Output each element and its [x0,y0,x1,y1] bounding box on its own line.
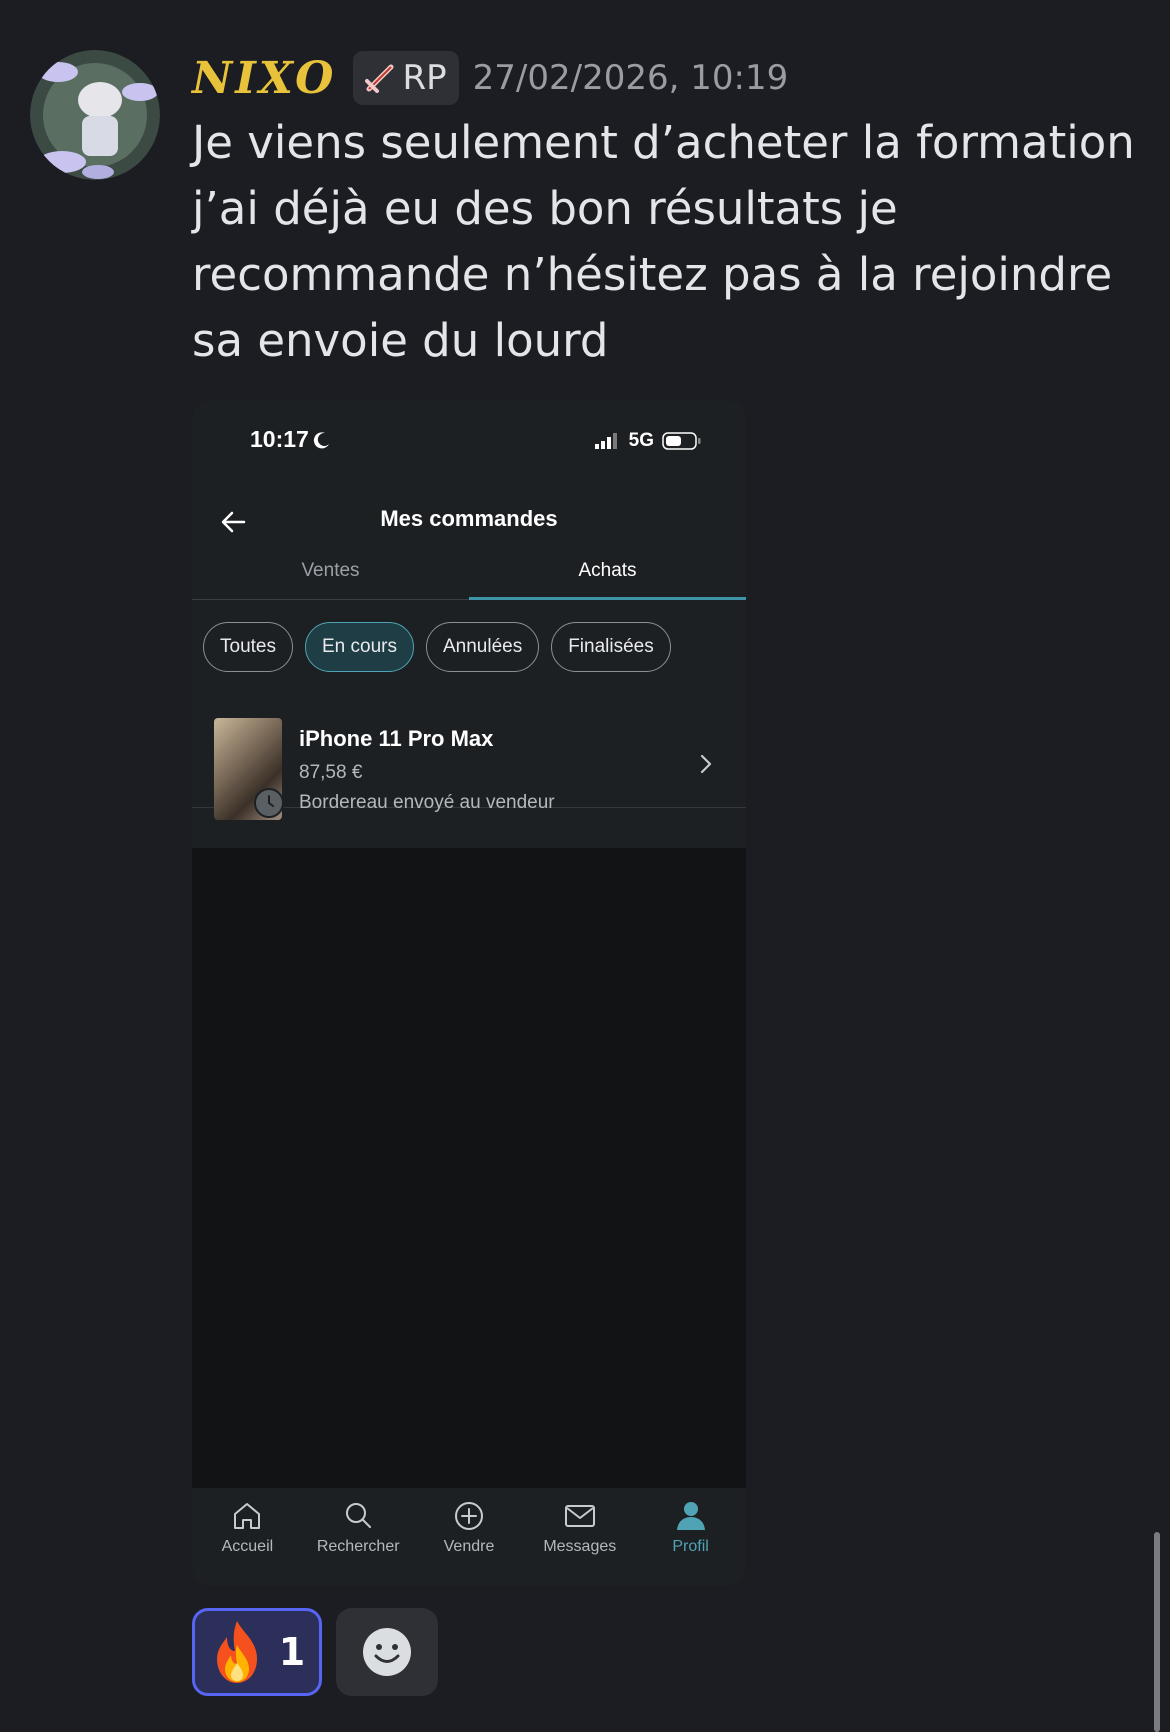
order-status: Bordereau envoyé au vendeur [299,792,555,813]
mail-icon [564,1505,595,1527]
app-nav-bar: Mes commandes [192,484,746,560]
fire-reaction[interactable]: 1 [192,1608,322,1696]
role-tag[interactable]: RP [352,51,459,105]
nav-accueil[interactable]: Accueil [192,1488,303,1586]
nav-messages-label: Messages [543,1538,617,1555]
status-time: 10:17 [250,426,331,453]
plus-circle-icon [454,1502,483,1530]
moon-icon [313,431,329,448]
signal-icon [594,433,617,449]
nav-messages[interactable]: Messages [524,1488,635,1586]
search-icon [346,1503,372,1528]
network-label: 5G [628,430,654,451]
nav-profil[interactable]: Profil [635,1488,746,1586]
message-timestamp: 27/02/2026, 10:19 [472,58,789,98]
filter-finalisees[interactable]: Finalisées [551,622,671,672]
filter-annulees[interactable]: Annulées [425,622,540,672]
avatar-image [30,50,160,180]
orders-tabs: Ventes Achats [192,560,746,600]
order-list-item[interactable]: iPhone 11 Pro Max 87,58 € Bordereau envo… [192,696,746,820]
status-filters: Toutes En cours Annulées Finalisées [203,622,671,672]
order-title: iPhone 11 Pro Max [299,726,494,751]
nav-rechercher[interactable]: Rechercher [303,1488,414,1586]
nav-accueil-label: Accueil [221,1538,274,1555]
nav-profil-label: Profil [672,1538,709,1555]
home-icon [234,1503,261,1529]
message-text: Je viens seulement d’acheter la formatio… [192,116,1135,367]
tab-achats[interactable]: Achats [469,560,746,600]
nav-vendre-label: Vendre [443,1538,495,1555]
order-price: 87,58 € [299,762,363,783]
nav-vendre[interactable]: Vendre [414,1488,525,1586]
fire-emoji-icon [216,1621,257,1683]
add-reaction-button[interactable] [336,1608,438,1696]
status-indicators: 5G [594,430,702,452]
page-title: Mes commandes [380,506,558,531]
reactions-bar: 1 [192,1608,438,1696]
user-avatar[interactable] [30,50,160,180]
profile-icon [676,1502,705,1530]
username[interactable]: NIXO [192,53,337,104]
scrollbar[interactable] [1154,1532,1160,1732]
battery-icon [662,432,701,450]
clock-icon [254,788,284,818]
tab-ventes[interactable]: Ventes [192,560,469,599]
bottom-tab-bar: Accueil Rechercher Vendre Messages Profi… [192,1488,746,1586]
sword-icon [364,64,393,93]
nav-rechercher-label: Rechercher [316,1538,400,1555]
empty-list-area [192,848,746,1488]
reaction-count: 1 [278,1630,306,1674]
attached-screenshot[interactable]: 10:17 5G Mes commandes Ventes Achats Tou… [192,400,746,1586]
filter-toutes[interactable]: Toutes [203,622,293,672]
status-time-label: 10:17 [250,426,309,452]
status-bar: 10:17 5G [192,400,746,484]
filter-en-cours[interactable]: En cours [304,622,414,672]
smiley-icon [363,1628,411,1676]
role-label: RP [402,58,447,98]
chevron-right-icon [700,754,712,774]
message-header: NIXO RP 27/02/2026, 10:19 [192,48,788,108]
